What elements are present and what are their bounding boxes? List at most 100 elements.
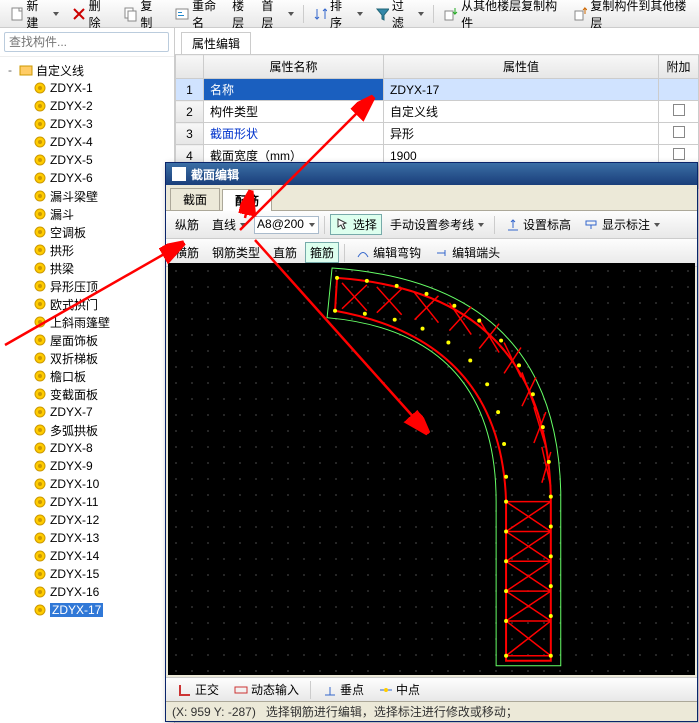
tab-section[interactable]: 截面 (170, 188, 220, 210)
node-icon (33, 603, 47, 617)
folder-icon (19, 63, 33, 77)
tree-item[interactable]: ZDYX-15 (0, 565, 174, 583)
edit-end-button[interactable]: 编辑端头 (429, 242, 505, 263)
tree-item[interactable]: ZDYX-9 (0, 457, 174, 475)
elevation-icon (505, 217, 521, 233)
tree-item[interactable]: 拱梁 (0, 259, 174, 277)
annotation-icon (584, 217, 600, 233)
cursor-icon (335, 217, 351, 233)
section-editor-window: 截面编辑 截面 配筋 纵筋 直线 A8@200 选择 手动设置参考线 设置标高 … (165, 162, 698, 722)
edit-bend-button[interactable]: 编辑弯钩 (350, 242, 426, 263)
ortho-button[interactable]: 正交 (172, 679, 224, 700)
tree-item[interactable]: ZDYX-16 (0, 583, 174, 601)
tree-item[interactable]: ZDYX-13 (0, 529, 174, 547)
property-tab[interactable]: 属性编辑 (181, 32, 251, 54)
show-annotation-button[interactable]: 显示标注 (579, 214, 665, 235)
node-icon (33, 405, 47, 419)
filter-icon (375, 6, 389, 22)
property-panel: 属性编辑 属性名称 属性值 附加 1名称ZDYX-172构件类型自定义线3截面形… (175, 28, 699, 168)
tree-item[interactable]: 变截面板 (0, 385, 174, 403)
col-value: 属性值 (384, 55, 659, 79)
import-icon (443, 6, 458, 22)
node-icon (33, 333, 47, 347)
new-icon (9, 6, 23, 22)
node-icon (33, 81, 47, 95)
node-icon (33, 531, 47, 545)
checkbox[interactable] (673, 148, 685, 160)
node-icon (33, 99, 47, 113)
dyn-icon (233, 682, 249, 698)
set-elevation-button[interactable]: 设置标高 (500, 214, 576, 235)
checkbox[interactable] (673, 126, 685, 138)
manual-refline-button[interactable]: 手动设置参考线 (385, 214, 489, 235)
tree-item[interactable]: ZDYX-7 (0, 403, 174, 421)
property-row[interactable]: 3截面形状异形 (176, 123, 699, 145)
tree-root[interactable]: - 自定义线 (0, 61, 174, 79)
tree-item[interactable]: ZDYX-11 (0, 493, 174, 511)
tree-item[interactable]: ZDYX-5 (0, 151, 174, 169)
tree-item[interactable]: ZDYX-8 (0, 439, 174, 457)
search-input[interactable] (4, 32, 169, 52)
node-icon (33, 279, 47, 293)
tree-item[interactable]: ZDYX-2 (0, 97, 174, 115)
main-toolbar: 新建 删除 复制 重命名 楼层 首层 排序 过滤 从其他楼层复制构件 复制构件到… (0, 0, 699, 28)
coordinates: (X: 959 Y: -287) (172, 705, 256, 719)
node-icon (33, 189, 47, 203)
window-icon (172, 167, 186, 181)
tree-item[interactable]: ZDYX-17 (0, 601, 174, 619)
line-mode-dropdown[interactable]: 直线 (207, 214, 251, 235)
node-icon (33, 441, 47, 455)
rename-icon (174, 6, 189, 22)
tree-item[interactable]: 多弧拱板 (0, 421, 174, 439)
tree-item[interactable]: 檐口板 (0, 367, 174, 385)
node-icon (33, 315, 47, 329)
node-icon (33, 459, 47, 473)
node-icon (33, 297, 47, 311)
tree-item[interactable]: 屋面饰板 (0, 331, 174, 349)
perp-icon (322, 682, 338, 698)
tree-item[interactable]: ZDYX-14 (0, 547, 174, 565)
tree-item[interactable]: 空调板 (0, 223, 174, 241)
tree-item[interactable]: 漏斗 (0, 205, 174, 223)
node-icon (33, 387, 47, 401)
col-name: 属性名称 (204, 55, 384, 79)
rebar-spec-dropdown[interactable]: A8@200 (254, 216, 319, 234)
bend-icon (355, 245, 371, 261)
tree-item[interactable]: 欧式拱门 (0, 295, 174, 313)
mid-snap-button[interactable]: 中点 (373, 679, 425, 700)
tree-item[interactable]: 拱形 (0, 241, 174, 259)
mid-icon (378, 682, 394, 698)
tree-item[interactable]: ZDYX-6 (0, 169, 174, 187)
tree: - 自定义线 ZDYX-1ZDYX-2ZDYX-3ZDYX-4ZDYX-5ZDY… (0, 57, 174, 623)
tree-item[interactable]: ZDYX-1 (0, 79, 174, 97)
canvas[interactable] (168, 263, 695, 675)
window-titlebar[interactable]: 截面编辑 (166, 163, 697, 185)
tree-item[interactable]: 异形压顶 (0, 277, 174, 295)
checkbox[interactable] (673, 104, 685, 116)
dyn-input-button[interactable]: 动态输入 (228, 679, 304, 700)
perp-snap-button[interactable]: 垂点 (317, 679, 369, 700)
tree-item[interactable]: ZDYX-12 (0, 511, 174, 529)
property-row[interactable]: 2构件类型自定义线 (176, 101, 699, 123)
sort-icon (313, 6, 327, 22)
tree-item[interactable]: 双折梯板 (0, 349, 174, 367)
transverse-label: 横筋 (170, 242, 204, 263)
rebar-type-button[interactable]: 钢筋类型 (207, 242, 265, 263)
delete-icon (71, 6, 86, 22)
rebar-toolbar-1: 纵筋 直线 A8@200 选择 手动设置参考线 设置标高 显示标注 (166, 211, 697, 239)
tab-rebar[interactable]: 配筋 (222, 189, 272, 211)
hint-text: 选择钢筋进行编辑，选择标注进行修改或移动； (266, 703, 518, 720)
tree-item[interactable]: 上斜雨篷壁 (0, 313, 174, 331)
straight-bar-button[interactable]: 直筋 (268, 242, 302, 263)
node-icon (33, 477, 47, 491)
property-row[interactable]: 1名称ZDYX-17 (176, 79, 699, 101)
node-icon (33, 261, 47, 275)
tree-item[interactable]: ZDYX-3 (0, 115, 174, 133)
tree-item[interactable]: ZDYX-10 (0, 475, 174, 493)
select-button[interactable]: 选择 (330, 214, 382, 235)
longitudinal-label: 纵筋 (170, 214, 204, 235)
tree-item[interactable]: ZDYX-4 (0, 133, 174, 151)
stirrup-button[interactable]: 箍筋 (305, 242, 339, 263)
tree-item[interactable]: 漏斗梁壁 (0, 187, 174, 205)
end-icon (434, 245, 450, 261)
